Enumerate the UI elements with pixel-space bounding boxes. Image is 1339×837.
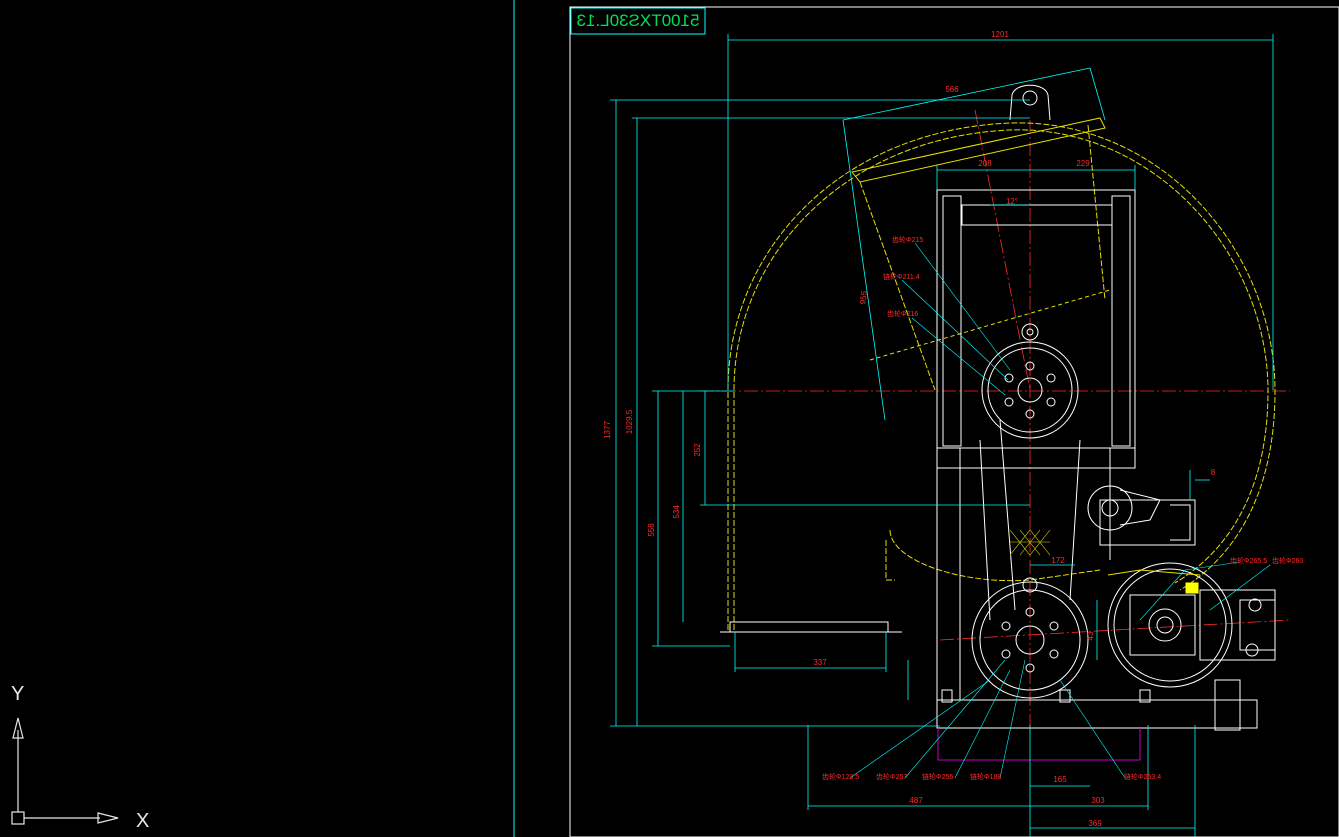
callout-labels: 齿轮Φ215 链轮Φ211.4 齿轮Φ216 齿轮Φ265.5 齿轮Φ260 齿… [822, 235, 1303, 781]
label-d260: 齿轮Φ260 [1272, 556, 1303, 565]
label-d188: 链轮Φ188 [970, 772, 1001, 781]
dim-top-right: 229 [1076, 159, 1090, 168]
dim-mid-height-b: 534 [672, 505, 681, 519]
dim-bottom-487: 487 [909, 796, 923, 805]
label-d253: 链轮Φ253.4 [1124, 772, 1161, 781]
dim-span-172: 172 [1051, 556, 1065, 565]
ucs-axis-icon [11, 717, 119, 825]
ucs-y-label: Y [11, 683, 24, 705]
chute-base [720, 621, 902, 633]
dim-span-43: 43 [1086, 631, 1095, 640]
label-d265: 齿轮Φ265.5 [1230, 556, 1267, 565]
label-d123: 齿轮Φ123.5 [822, 772, 859, 781]
title-block-text: 5100TXS30L.13 [577, 11, 700, 30]
dim-gap-8: 8 [1211, 468, 1216, 477]
dim-overall-width: 1201 [991, 30, 1009, 39]
label-d211: 链轮Φ211.4 [883, 272, 920, 281]
dim-top-left: 208 [978, 159, 992, 168]
label-d257: 齿轮Φ257 [876, 772, 907, 781]
dim-arm-length: 955 [858, 290, 869, 305]
idler-sprocket [1087, 485, 1161, 531]
drive-sprocket-motor [1107, 562, 1276, 688]
ucs-x-label: X [136, 810, 149, 832]
dim-angle: 12° [1006, 197, 1018, 206]
dim-bottom-165: 165 [1053, 775, 1067, 784]
dim-mid-height: 558 [647, 523, 656, 537]
label-d215: 齿轮Φ215 [892, 235, 923, 244]
drawing-frame [569, 6, 1339, 837]
dim-total-height: 1377 [603, 421, 612, 439]
dim-bottom-369: 369 [1088, 819, 1102, 828]
dimension-lines [610, 34, 1274, 837]
dim-base-offset: 337 [813, 658, 827, 667]
label-d256: 链轮Φ256 [922, 772, 953, 781]
chain-guard-outline [727, 122, 1276, 630]
top-lifting-lug [1009, 84, 1051, 121]
dim-small-height: 252 [693, 443, 702, 457]
dim-bottom-303: 303 [1091, 796, 1105, 805]
title-block[interactable]: 5100TXS30L.13 [570, 7, 706, 35]
dim-arm-width: 566 [945, 85, 959, 94]
cad-drawing-canvas[interactable]: 5100TXS30L.13 1201 566 208 229 12° 955 1… [0, 0, 1339, 837]
dim-height-b: 1029.5 [625, 409, 634, 434]
label-d216: 齿轮Φ216 [887, 309, 918, 318]
